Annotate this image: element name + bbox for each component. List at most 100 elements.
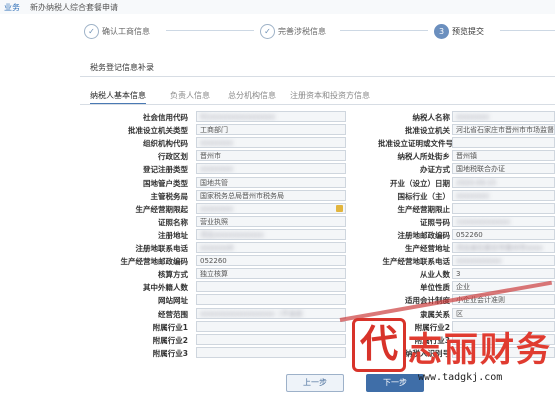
step-3-number: 3	[434, 24, 449, 39]
field-value-text: 国家税务总局晋州市税务局	[200, 191, 284, 200]
field-value[interactable]: 国家税务总局晋州市税务局	[196, 189, 346, 201]
field-value-text: 国地共管	[200, 178, 228, 187]
field-label: 纳税人名称	[412, 113, 451, 122]
field-value-text: 2020.09.15	[456, 178, 497, 187]
field-value[interactable]: 91xxxxxxxxxxxxxxxx	[196, 111, 346, 122]
top-bar: 业务 新办纳税人综合套餐申请	[0, 0, 555, 15]
field-value[interactable]: 国地共管	[196, 176, 346, 188]
field-label: 办证方式	[420, 165, 450, 175]
field-value[interactable]: 3	[452, 268, 555, 280]
field-value[interactable]	[196, 320, 346, 332]
field-value-text: xxxxxxxxxxxxxxxxxx（不含前	[200, 309, 303, 318]
field-label: 注册地址	[158, 230, 188, 240]
field-label: 组织机构代码	[143, 139, 188, 149]
field-value[interactable]	[452, 137, 555, 149]
field-value[interactable]: 河北省石家庄市晋州市xxxx	[452, 242, 555, 253]
field-value[interactable]: xxxxxxxxxxxxxxxxxx（不含前	[196, 307, 346, 319]
field-label: 生产经营地址	[405, 244, 450, 253]
field-value[interactable]: 国地税联合办证	[452, 163, 555, 175]
field-label: 批准设立机关	[405, 126, 450, 136]
tab-capital-investor[interactable]: 注册资本和投资方信息	[290, 88, 370, 103]
field-label: 生产经营地邮政编码	[120, 257, 189, 267]
field-label: 网站网址	[158, 296, 188, 306]
field-value-text: 独立核算	[200, 270, 228, 279]
step-connector	[500, 30, 555, 31]
field-value[interactable]: xxxxxxxx	[452, 111, 555, 122]
field-value[interactable]: 独立核算	[196, 268, 346, 280]
field-label: 生产经营期限起	[135, 204, 189, 214]
tab-branch-info[interactable]: 总分机构信息	[228, 88, 276, 103]
field-value[interactable]: 052260	[452, 228, 555, 240]
field-value[interactable]: xxxxxxxxxxx	[452, 255, 555, 267]
field-label: 批准设立机关类型	[128, 126, 188, 136]
field-value-text: 3	[456, 270, 461, 279]
field-value-text: xxxxxxxx	[200, 165, 234, 174]
page-title: 新办纳税人综合套餐申请	[30, 3, 118, 12]
field-value-text: 052260	[456, 230, 483, 239]
field-label: 批准设立证明或文件号	[378, 139, 453, 149]
field-value[interactable]: 河北省石家庄市晋州市市场监督管	[452, 124, 555, 136]
field-value[interactable]: xxxxxxxx	[196, 202, 346, 214]
field-value[interactable]: 晋州市	[196, 150, 346, 162]
field-value[interactable]	[196, 346, 346, 358]
field-value-text: xxxxxxxx	[456, 191, 490, 200]
field-label: 行政区划	[158, 152, 188, 162]
field-value-text: 河北xxxxxxxxxxxx	[200, 230, 264, 239]
tab-responsible-person[interactable]: 负责人信息	[170, 88, 210, 103]
field-value-text: 河北省石家庄市晋州市xxxx	[456, 244, 543, 252]
field-value-text: 河北省石家庄市晋州市市场监督管	[456, 126, 555, 135]
watermark: 代 志丽财务 www.tadgkj.com	[348, 318, 555, 402]
field-label: 国标行业（主）	[397, 191, 451, 201]
field-value[interactable]: 河北xxxxxxxxxxxx	[196, 228, 346, 240]
step-1-check-icon: ✓	[84, 24, 99, 39]
field-label: 注册地联系电话	[135, 244, 189, 253]
field-label: 附属行业1	[152, 322, 188, 332]
field-value[interactable]: xxxxxxx6	[196, 242, 346, 253]
field-value[interactable]	[452, 202, 555, 214]
step-progress: ✓ 确认工商信息 ✓ 完善涉税信息 3 预览提交	[0, 14, 555, 50]
field-value-text: xxxxxxx6	[200, 244, 234, 252]
field-value-text: 国地税联合办证	[456, 165, 505, 174]
breadcrumb-home[interactable]: 业务	[4, 2, 20, 13]
field-value[interactable]: 2020.09.15	[452, 176, 555, 188]
field-label: 登记注册类型	[143, 165, 188, 175]
field-value[interactable]: 1xxxxxxxxxxxx	[452, 215, 555, 227]
tab-taxpayer-basic-info[interactable]: 纳税人基本信息	[90, 88, 146, 105]
field-label: 单位性质	[420, 283, 450, 293]
calendar-icon[interactable]	[336, 204, 343, 212]
section-divider	[80, 76, 555, 77]
tab-bar: 纳税人基本信息 负责人信息 总分机构信息 注册资本和投资方信息	[80, 88, 555, 105]
step-connector	[166, 30, 254, 31]
field-label: 从业人数	[420, 270, 450, 280]
field-label: 社会信用代码	[143, 113, 188, 122]
watermark-url: www.tadgkj.com	[418, 372, 503, 383]
field-value[interactable]: 营业执照	[196, 215, 346, 227]
field-value[interactable]: 工商部门	[196, 124, 346, 136]
field-label: 证照号码	[420, 217, 450, 227]
field-label: 国地管户类型	[143, 178, 188, 188]
field-value-text: xxxxxxxx	[200, 204, 234, 213]
field-value[interactable]: xxxxxxxx	[452, 189, 555, 201]
field-value-text: 晋州镇	[456, 152, 477, 161]
field-label: 附属行业2	[152, 335, 188, 345]
field-value[interactable]	[196, 281, 346, 293]
step-1-label: 确认工商信息	[102, 27, 150, 36]
field-value-text: 工商部门	[200, 126, 228, 135]
field-label: 核算方式	[158, 270, 188, 280]
field-value[interactable]: xxxxxxxx	[196, 163, 346, 175]
tabs-divider	[80, 104, 555, 105]
field-value-text: 1xxxxxxxxxxxx	[456, 217, 511, 226]
field-value-text: xxxxxxxxxxx	[456, 257, 502, 266]
field-value[interactable]: 052260	[196, 255, 346, 267]
field-label: 生产经营地联系电话	[382, 257, 451, 267]
field-value[interactable]: xxxxxxxx	[196, 137, 346, 149]
field-label: 证照名称	[158, 217, 188, 227]
field-label: 注册地邮政编码	[397, 230, 451, 240]
field-value[interactable]: 晋州镇	[452, 150, 555, 162]
field-value[interactable]	[196, 333, 346, 345]
field-value[interactable]	[196, 294, 346, 306]
watermark-name: 志丽财务	[408, 330, 552, 370]
field-value-text: 91xxxxxxxxxxxxxxxx	[200, 113, 276, 121]
field-value[interactable]: 区	[452, 307, 555, 319]
prev-step-button[interactable]: 上一步	[286, 374, 344, 392]
